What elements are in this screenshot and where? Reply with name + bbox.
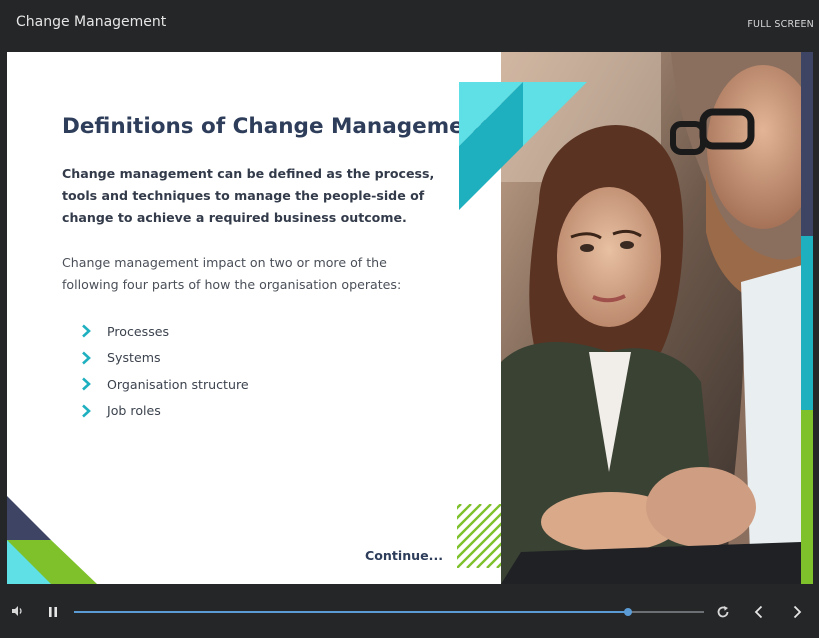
chevron-right-icon xyxy=(82,351,91,365)
continue-button[interactable]: Continue... xyxy=(365,548,443,563)
replay-icon[interactable] xyxy=(716,605,730,619)
progress-handle[interactable] xyxy=(624,608,633,616)
list-item: Job roles xyxy=(79,398,249,425)
top-bar: Change Management FULL SCREEN xyxy=(0,0,819,50)
slide-body-text: Change management impact on two or more … xyxy=(62,255,402,292)
progress-fill xyxy=(74,611,629,613)
list-item: Processes xyxy=(79,318,249,345)
player-controls xyxy=(0,590,819,638)
bullet-label: Job roles xyxy=(107,403,161,419)
bullet-label: Systems xyxy=(107,350,161,366)
chevron-right-icon xyxy=(82,377,91,391)
next-icon[interactable] xyxy=(791,605,803,619)
slide-lead-text: Change management can be defined as the … xyxy=(62,166,435,225)
bullet-label: Organisation structure xyxy=(107,376,249,392)
chevron-right-icon xyxy=(82,324,91,338)
volume-icon[interactable] xyxy=(11,604,25,618)
previous-icon[interactable] xyxy=(753,605,765,619)
pause-icon[interactable] xyxy=(47,606,59,618)
bullet-label: Processes xyxy=(107,323,170,339)
teal-decoration xyxy=(459,82,587,210)
chevron-right-icon xyxy=(82,404,91,418)
list-item: Organisation structure xyxy=(79,371,249,398)
slide: Definitions of Change Management Change … xyxy=(7,52,813,584)
app-title: Change Management xyxy=(16,14,167,30)
progress-bar[interactable] xyxy=(74,608,704,616)
fullscreen-button[interactable]: FULL SCREEN xyxy=(747,19,814,30)
bullet-list: Processes Systems Organisation structure… xyxy=(79,318,249,424)
slide-title: Definitions of Change Management xyxy=(62,114,490,139)
corner-decoration xyxy=(7,496,97,584)
list-item: Systems xyxy=(79,345,249,372)
